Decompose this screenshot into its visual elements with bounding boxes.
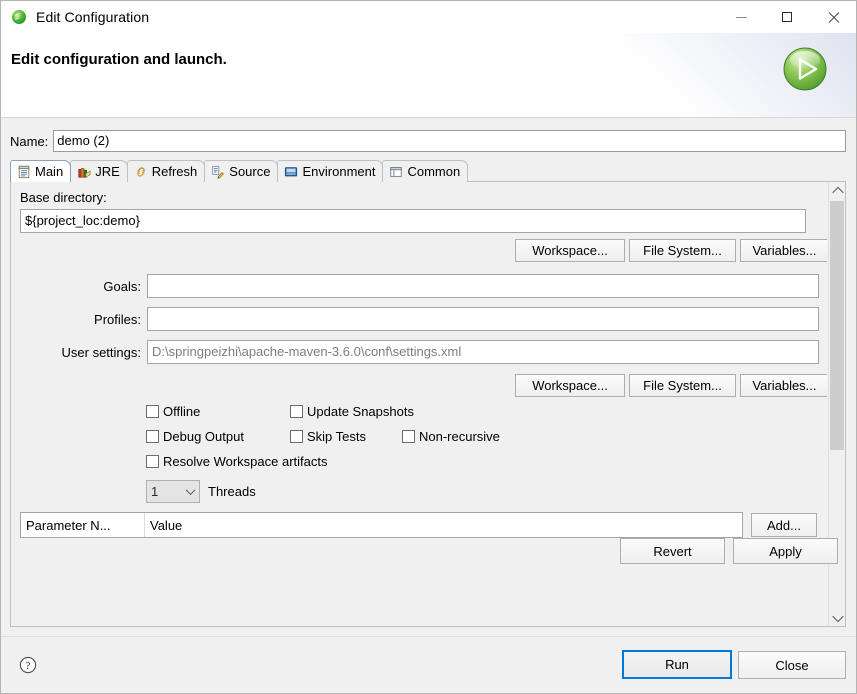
profiles-label: Profiles: — [94, 312, 141, 327]
user-settings-workspace-button[interactable]: Workspace... — [515, 374, 625, 397]
parameter-table-header-name: Parameter N... — [21, 513, 145, 537]
maximize-icon — [782, 12, 792, 22]
apply-button[interactable]: Apply — [733, 538, 838, 564]
tab-source-label: Source — [229, 164, 271, 179]
tab-jre[interactable]: JRE — [70, 160, 128, 182]
chevron-up-icon — [831, 186, 844, 198]
close-button[interactable]: Close — [738, 651, 846, 679]
chevron-down-icon — [181, 485, 199, 496]
configuration-name-input[interactable] — [53, 130, 846, 152]
checkbox-non-recursive-box — [402, 430, 415, 443]
window-title: Edit Configuration — [36, 9, 150, 25]
maximize-button[interactable] — [764, 1, 810, 33]
tab-common-label: Common — [407, 164, 461, 179]
base-directory-workspace-button[interactable]: Workspace... — [515, 239, 625, 262]
name-row: Name: — [10, 129, 846, 153]
tab-main-label: Main — [35, 164, 64, 179]
window-controls — [718, 1, 856, 33]
chevron-down-icon — [831, 610, 844, 622]
checkbox-resolve-workspace-artifacts-label: Resolve Workspace artifacts — [163, 454, 328, 469]
tab-environment[interactable]: Environment — [277, 160, 384, 182]
checkbox-offline-box — [146, 405, 159, 418]
minimize-icon — [735, 16, 747, 18]
common-window-icon — [390, 166, 403, 177]
jre-books-icon — [78, 167, 91, 178]
tab-common[interactable]: Common — [382, 160, 469, 182]
checkbox-skip-tests-label: Skip Tests — [307, 429, 367, 444]
revert-button[interactable]: Revert — [620, 538, 725, 564]
checkbox-update-snapshots-box — [290, 405, 303, 418]
parameter-table[interactable]: Parameter N... Value — [20, 512, 743, 538]
tab-folder: Main JRE Refresh Source Environment Comm… — [10, 160, 846, 627]
run-button[interactable]: Run — [622, 650, 732, 679]
user-settings-input[interactable] — [147, 340, 819, 364]
page-title: Edit configuration and launch. — [11, 51, 227, 68]
checkbox-resolve-workspace-artifacts[interactable]: Resolve Workspace artifacts — [146, 454, 328, 469]
user-settings-label: User settings: — [61, 345, 141, 360]
close-window-button[interactable] — [810, 1, 856, 33]
tab-main[interactable]: Main — [10, 160, 72, 182]
source-pencil-icon — [212, 165, 225, 179]
threads-combo[interactable]: 1 — [146, 480, 200, 503]
checkbox-debug-output-label: Debug Output — [163, 429, 244, 444]
name-label: Name: — [10, 133, 49, 149]
close-icon — [827, 11, 840, 24]
checkbox-update-snapshots-label: Update Snapshots — [307, 404, 414, 419]
minimize-button[interactable] — [718, 1, 764, 33]
checkbox-non-recursive[interactable]: Non-recursive — [402, 429, 500, 444]
tab-environment-label: Environment — [302, 164, 376, 179]
checkbox-debug-output[interactable]: Debug Output — [146, 429, 244, 444]
parameter-table-header-value: Value — [145, 513, 742, 537]
eclipse-icon — [12, 10, 26, 24]
checkbox-update-snapshots[interactable]: Update Snapshots — [290, 404, 414, 419]
base-directory-variables-button[interactable]: Variables... — [740, 239, 827, 262]
checkbox-offline[interactable]: Offline — [146, 404, 200, 419]
base-directory-input[interactable] — [20, 209, 806, 233]
tab-strip: Main JRE Refresh Source Environment Comm… — [10, 160, 846, 182]
checkbox-debug-output-box — [146, 430, 159, 443]
checkbox-skip-tests-box — [290, 430, 303, 443]
checkbox-skip-tests[interactable]: Skip Tests — [290, 429, 366, 444]
environment-icon — [285, 166, 298, 176]
tab-source[interactable]: Source — [204, 160, 279, 182]
scroll-up-button[interactable] — [829, 182, 846, 199]
base-directory-file-system-button[interactable]: File System... — [629, 239, 736, 262]
header-banner: Edit configuration and launch. — [1, 33, 856, 118]
refresh-links-icon — [137, 166, 145, 177]
base-directory-label: Base directory: — [20, 190, 107, 205]
goals-input[interactable] — [147, 274, 819, 298]
tab-refresh-label: Refresh — [151, 164, 198, 179]
user-settings-variables-button[interactable]: Variables... — [740, 374, 827, 397]
title-bar: Edit Configuration — [1, 1, 856, 33]
checkbox-non-recursive-label: Non-recursive — [419, 429, 500, 444]
threads-combo-value: 1 — [151, 484, 159, 499]
user-settings-file-system-button[interactable]: File System... — [629, 374, 736, 397]
edit-configuration-dialog: Edit Configuration Edit configuration an… — [0, 0, 857, 694]
dialog-body: Name: Main — [1, 118, 856, 636]
main-document-icon — [18, 165, 30, 178]
scroll-down-button[interactable] — [829, 609, 846, 626]
run-play-icon — [783, 47, 827, 91]
scrollbar-thumb[interactable] — [830, 201, 844, 450]
parameter-add-button[interactable]: Add... — [751, 513, 817, 537]
profiles-input[interactable] — [147, 307, 819, 331]
dialog-footer: ? Run Close — [1, 636, 856, 693]
goals-label: Goals: — [103, 279, 141, 294]
help-question-icon[interactable]: ? — [19, 656, 37, 674]
tab-jre-label: JRE — [95, 164, 120, 179]
svg-text:?: ? — [26, 660, 31, 672]
checkbox-resolve-workspace-artifacts-box — [146, 455, 159, 468]
checkbox-offline-label: Offline — [163, 404, 201, 419]
threads-label: Threads — [208, 484, 256, 499]
tab-refresh[interactable]: Refresh — [126, 160, 206, 182]
